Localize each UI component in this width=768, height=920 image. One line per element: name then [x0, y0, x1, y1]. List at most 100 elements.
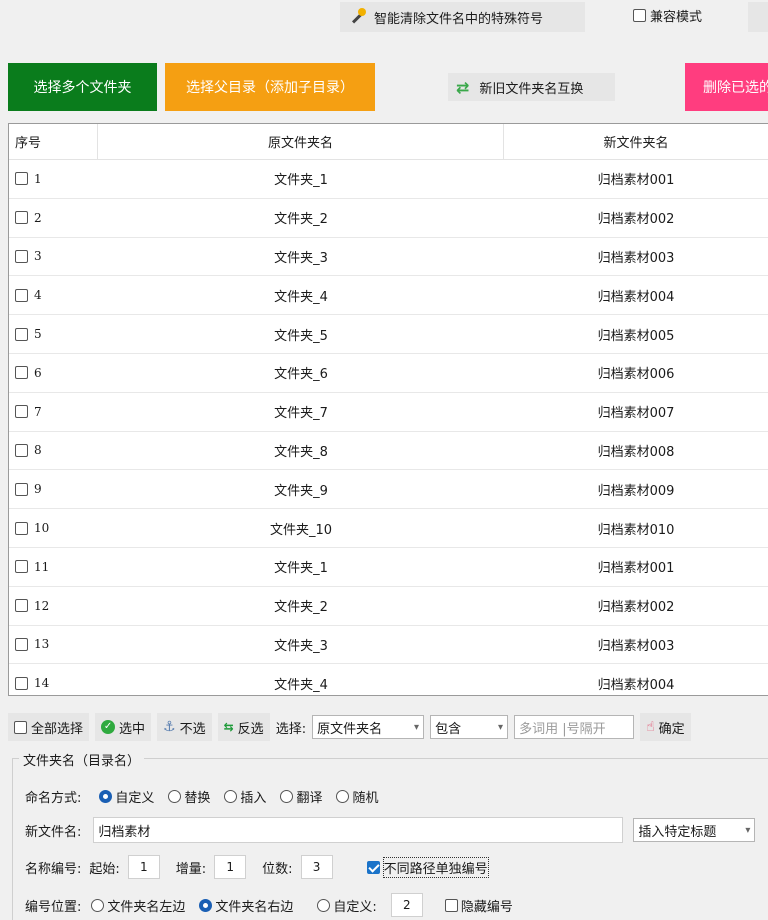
table-row[interactable]: 13 文件夹_3 归档素材003 [9, 626, 768, 665]
table-row[interactable]: 7 文件夹_7 归档素材007 [9, 393, 768, 432]
row-index: 13 [34, 637, 50, 652]
header-index[interactable]: 序号 [9, 124, 98, 159]
toolbar-overflow-button[interactable] [748, 2, 768, 32]
table-row[interactable]: 3 文件夹_3 归档素材003 [9, 238, 768, 277]
step-input[interactable]: 1 [214, 855, 247, 879]
separate-numbering-checkbox[interactable]: 不同路径单独编号 [366, 856, 489, 878]
row-checkbox[interactable] [15, 482, 28, 496]
row-checkbox[interactable] [15, 249, 28, 263]
confirm-button[interactable]: ☝ 确定 [640, 713, 691, 741]
match-select[interactable]: 包含 ▾ [430, 715, 509, 739]
row-new-name: 归档素材001 [597, 173, 675, 189]
clean-special-chars-button[interactable]: 智能清除文件名中的特殊符号 [340, 2, 585, 32]
radio-icon [336, 790, 350, 803]
mode-random-label: 随机 [352, 791, 379, 806]
mode-translate-radio[interactable]: 翻译 [280, 787, 322, 806]
table-row[interactable]: 1 文件夹_1 归档素材001 [9, 160, 768, 199]
row-checkbox[interactable] [15, 288, 28, 302]
mode-translate-label: 翻译 [296, 791, 323, 806]
naming-mode-row: 命名方式: 自定义 替换 插入 翻译 随机 [25, 787, 384, 806]
row-original-name: 文件夹_10 [269, 522, 333, 538]
header-original-name[interactable]: 原文件夹名 [98, 124, 504, 159]
mode-insert-radio[interactable]: 插入 [224, 787, 266, 806]
row-original-name: 文件夹_1 [274, 173, 328, 189]
select-all-checkbox[interactable]: 全部选择 [8, 713, 90, 741]
row-checkbox[interactable] [15, 211, 28, 225]
row-checkbox[interactable] [15, 327, 28, 341]
chevron-down-icon: ▾ [498, 721, 504, 733]
pos-left-radio[interactable]: 文件夹名左边 [91, 896, 185, 915]
radio-icon [224, 790, 238, 803]
new-name-input[interactable]: 归档素材 [93, 817, 624, 843]
mode-random-radio[interactable]: 随机 [336, 787, 378, 806]
table-row[interactable]: 12 文件夹_2 归档素材002 [9, 587, 768, 626]
table-row[interactable]: 6 文件夹_6 归档素材006 [9, 354, 768, 393]
mode-custom-radio[interactable]: 自定义 [99, 787, 154, 806]
pos-left-label: 文件夹名左边 [107, 899, 186, 915]
row-new-name: 归档素材002 [597, 600, 675, 616]
row-new-name: 归档素材006 [597, 367, 675, 383]
table-row[interactable]: 9 文件夹_9 归档素材009 [9, 470, 768, 510]
row-new-name: 归档素材009 [597, 483, 675, 499]
row-index-cell: 2 [9, 199, 98, 237]
anchor-icon: ⚓ [163, 719, 176, 735]
row-index-cell: 11 [9, 548, 98, 586]
table-row[interactable]: 8 文件夹_8 归档素材008 [9, 432, 768, 471]
table-row[interactable]: 10 文件夹_10 归档素材010 [9, 509, 768, 548]
swap-names-button[interactable]: ⇄ 新旧文件夹名互换 [448, 73, 615, 101]
row-new-name: 归档素材002 [597, 212, 675, 228]
digits-label: 位数: [262, 861, 293, 877]
pos-custom-input[interactable]: 2 [390, 893, 423, 917]
row-checkbox[interactable] [15, 405, 28, 419]
magic-wand-icon [348, 8, 366, 26]
table-row[interactable]: 4 文件夹_4 归档素材004 [9, 276, 768, 316]
filter-bar: 全部选择 ✓ 选中 ⚓ 不选 ⇆ 反选 选择: 原文件夹名 ▾ 包含 ▾ 多词用… [8, 707, 768, 747]
start-label: 起始: [89, 861, 120, 877]
table-row[interactable]: 2 文件夹_2 归档素材002 [9, 199, 768, 238]
row-checkbox[interactable] [15, 521, 28, 535]
row-index: 2 [34, 210, 42, 225]
compat-mode-checkbox[interactable]: 兼容模式 [633, 6, 702, 25]
table-row[interactable]: 5 文件夹_5 归档素材005 [9, 315, 768, 354]
pos-custom-radio[interactable]: 自定义: [317, 896, 377, 915]
pos-right-radio[interactable]: 文件夹名右边 [199, 896, 293, 915]
row-original-name: 文件夹_2 [274, 600, 328, 616]
mode-insert-label: 插入 [240, 791, 267, 806]
select-multiple-folders-button[interactable]: 选择多个文件夹 [8, 63, 157, 111]
hide-number-checkbox[interactable]: 隐藏编号 [444, 896, 513, 915]
invert-selection-button[interactable]: ⇆ 反选 [217, 713, 270, 741]
folder-table: 序号 原文件夹名 新文件夹名 1 文件夹_1 归档素材001 2 文件夹_2 归档素材00… [8, 123, 768, 696]
keyword-input[interactable]: 多词用 |号隔开 [514, 715, 635, 739]
header-new-name[interactable]: 新文件夹名 [504, 124, 768, 159]
start-input[interactable]: 1 [127, 855, 160, 879]
mode-replace-radio[interactable]: 替换 [168, 787, 210, 806]
check-circle-icon: ✓ [101, 720, 116, 734]
row-checkbox[interactable] [15, 560, 28, 574]
row-checkbox[interactable] [15, 676, 28, 690]
deselect-button[interactable]: ⚓ 不选 [157, 713, 212, 741]
compat-mode-label: 兼容模式 [650, 10, 703, 25]
select-all-check-icon [14, 720, 27, 734]
delete-selected-button[interactable]: 删除已选的 [685, 63, 768, 111]
insert-title-select[interactable]: 插入特定标题 ▾ [633, 818, 756, 842]
row-index-cell: 7 [9, 393, 98, 431]
row-original-name: 文件夹_9 [274, 483, 328, 499]
row-checkbox[interactable] [15, 172, 28, 186]
invert-label: 反选 [237, 721, 264, 737]
select-button[interactable]: ✓ 选中 [95, 713, 152, 741]
row-checkbox[interactable] [15, 443, 28, 457]
row-original-name: 文件夹_6 [274, 367, 328, 383]
row-original-name: 文件夹_5 [274, 328, 328, 344]
new-name-label: 新文件名: [25, 824, 82, 840]
numbering-row: 名称编号: 起始: 1 增量: 1 位数: 3 不同路径单独编号 [25, 855, 495, 879]
digits-input[interactable]: 3 [300, 855, 333, 879]
select-parent-dir-button[interactable]: 选择父目录（添加子目录） [165, 63, 375, 111]
row-index-cell: 13 [9, 626, 98, 664]
row-index-cell: 6 [9, 354, 98, 392]
row-checkbox[interactable] [15, 599, 28, 613]
row-checkbox[interactable] [15, 366, 28, 380]
row-checkbox[interactable] [15, 637, 28, 651]
table-row[interactable]: 11 文件夹_1 归档素材001 [9, 548, 768, 587]
field-select[interactable]: 原文件夹名 ▾ [312, 715, 425, 739]
table-row[interactable]: 14 文件夹_4 归档素材004 [9, 664, 768, 695]
